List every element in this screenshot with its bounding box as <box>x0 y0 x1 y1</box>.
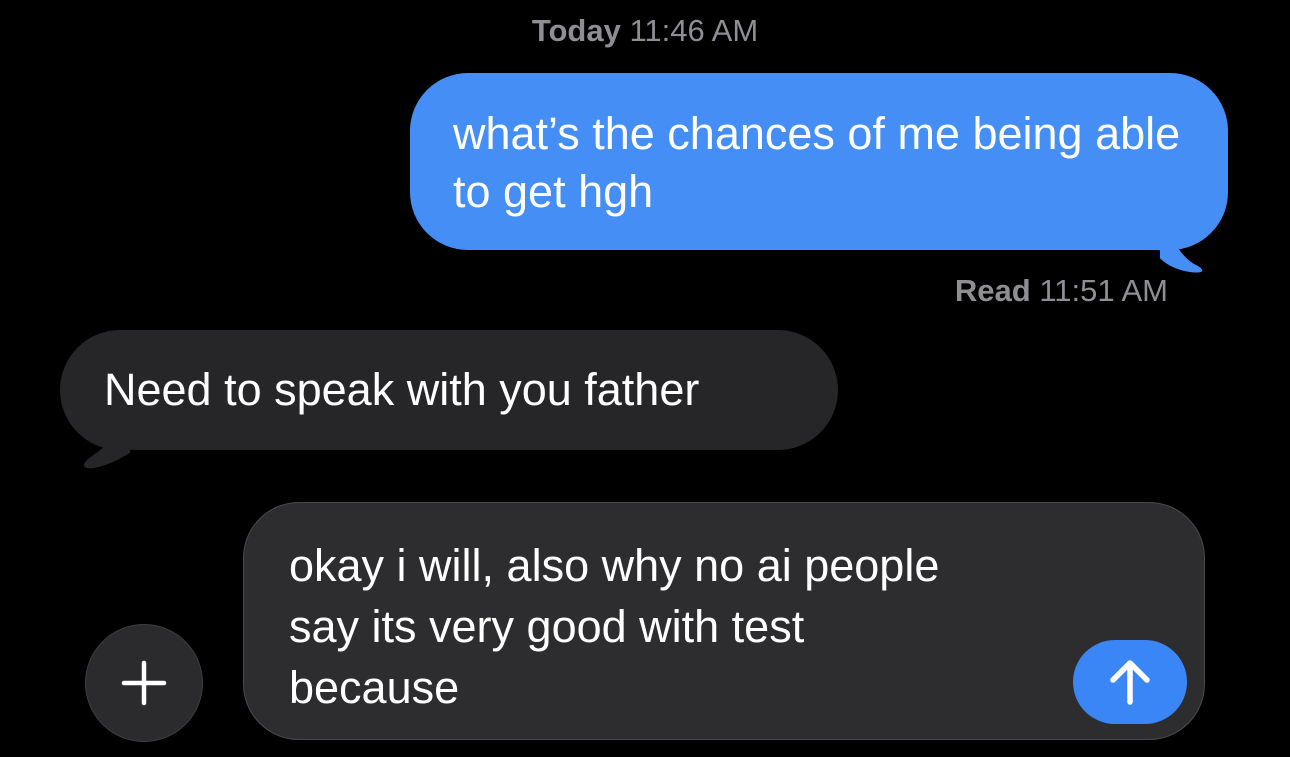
outgoing-bubble-tail <box>1160 218 1203 273</box>
message-input-field[interactable]: okay i will, also why no ai people say i… <box>243 502 1205 740</box>
read-receipt-label: Read <box>954 273 1031 308</box>
plus-icon <box>121 660 167 706</box>
timestamp-time: 11:46 AM <box>629 13 759 48</box>
message-input-text[interactable]: okay i will, also why no ai people say i… <box>289 535 1069 718</box>
conversation-timestamp: Today 11:46 AM <box>0 10 1290 52</box>
read-receipt: Read 11:51 AM <box>955 270 1168 312</box>
incoming-message-bubble[interactable]: Need to speak with you father <box>60 330 838 450</box>
read-receipt-time: 11:51 AM <box>1039 273 1168 308</box>
incoming-message-text: Need to speak with you father <box>104 364 700 415</box>
send-button[interactable] <box>1073 640 1187 724</box>
outgoing-message-text: what’s the chances of me being able to g… <box>453 108 1181 217</box>
timestamp-day: Today <box>531 13 621 48</box>
incoming-bubble-tail <box>84 420 130 469</box>
outgoing-message-bubble[interactable]: what’s the chances of me being able to g… <box>410 73 1228 250</box>
add-attachment-button[interactable] <box>85 624 203 742</box>
arrow-up-icon <box>1110 660 1150 705</box>
